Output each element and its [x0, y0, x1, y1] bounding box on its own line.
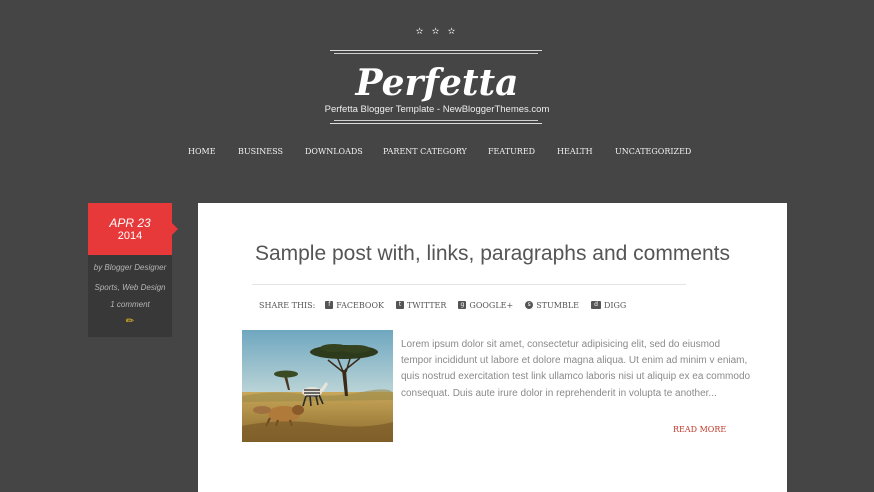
- post-date-year: 2014: [117, 230, 143, 242]
- header-divider-bottom-thin: [334, 120, 538, 121]
- post-labels[interactable]: Sports, Web Design: [88, 283, 172, 293]
- nav-item-uncategorized[interactable]: UNCATEGORIZED: [615, 146, 691, 160]
- share-digg-button[interactable]: d DIGG: [590, 300, 627, 310]
- nav-item-parent-category[interactable]: PARENT CATEGORY: [383, 146, 488, 160]
- main-nav: HOME BUSINESS DOWNLOADS PARENT CATEGORY …: [188, 146, 691, 160]
- share-twitter-button[interactable]: t TWITTER: [396, 301, 446, 310]
- post-date-badge: APR 23 2014: [88, 203, 178, 255]
- digg-icon: d: [590, 301, 601, 309]
- site-tagline: Perfetta Blogger Template - NewBloggerTh…: [324, 104, 550, 115]
- stumbleupon-icon: s: [525, 301, 534, 309]
- share-bar: SHARE THIS: f FACEBOOK t TWITTER g GOOGL…: [259, 299, 638, 311]
- share-digg-label: DIGG: [603, 300, 627, 310]
- post-excerpt: Lorem ipsum dolor sit amet, consectetur …: [401, 339, 751, 399]
- read-more-link[interactable]: READ MORE: [673, 425, 726, 434]
- post-thumbnail[interactable]: [242, 330, 393, 442]
- decorative-stars: ✫ ✫ ✫: [415, 26, 459, 36]
- post-author[interactable]: by Blogger Designer: [88, 263, 172, 273]
- share-facebook-label: FACEBOOK: [336, 300, 385, 310]
- share-facebook-button[interactable]: f FACEBOOK: [325, 301, 384, 310]
- twitter-icon: t: [396, 301, 405, 309]
- facebook-icon: f: [325, 301, 334, 309]
- header-divider-bottom: [330, 123, 542, 124]
- nav-item-home[interactable]: HOME: [188, 146, 238, 160]
- post-card: Sample post with, links, paragraphs and …: [198, 203, 787, 492]
- post-date-month-day: APR 23: [109, 216, 151, 230]
- nav-item-business[interactable]: BUSINESS: [238, 146, 305, 160]
- nav-item-featured[interactable]: FEATURED: [488, 146, 557, 160]
- nav-item-downloads[interactable]: DOWNLOADS: [305, 146, 383, 160]
- header-divider-top-thin: [334, 53, 538, 54]
- post-title[interactable]: Sample post with, links, paragraphs and …: [198, 241, 787, 267]
- google-plus-icon: g: [458, 301, 467, 309]
- title-divider: [252, 284, 686, 285]
- header-divider-top: [330, 50, 542, 51]
- share-google-plus-button[interactable]: g GOOGLE+: [458, 301, 513, 310]
- post-comments-link[interactable]: 1 comment: [88, 300, 172, 310]
- pencil-icon[interactable]: ✏: [88, 317, 172, 327]
- nav-item-health[interactable]: HEALTH: [557, 146, 615, 160]
- savanna-image: [242, 330, 393, 442]
- share-google-plus-label: GOOGLE+: [469, 300, 514, 310]
- share-stumble-label: STUMBLE: [536, 300, 579, 310]
- share-stumble-button[interactable]: s STUMBLE: [525, 301, 579, 310]
- site-logo[interactable]: Perfetta: [0, 62, 874, 104]
- post-meta-box: by Blogger Designer Sports, Web Design 1…: [88, 255, 172, 337]
- share-label: SHARE THIS:: [259, 300, 316, 310]
- share-twitter-label: TWITTER: [407, 300, 447, 310]
